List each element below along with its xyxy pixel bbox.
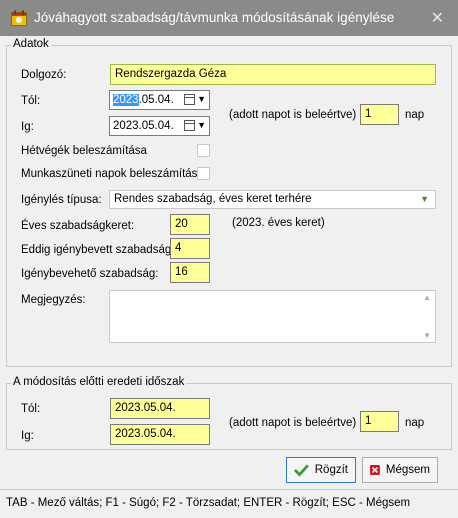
tol-label: Tól: xyxy=(21,95,41,107)
igenybeveheto-label: Igénybevehető szabadság: xyxy=(21,268,159,280)
eredeti-nap-label: nap xyxy=(405,417,425,429)
munkaszuneti-label: Munkaszüneti napok beleszámítása xyxy=(21,168,204,180)
status-bar: TAB - Mező váltás; F1 - Súgó; F2 - Törzs… xyxy=(0,489,458,518)
eredeti-tol-label: Tól: xyxy=(21,403,41,415)
nap-label: nap xyxy=(405,109,425,121)
igenyles-tipusa-value: Rendes szabadság, éves keret terhére xyxy=(114,193,312,205)
save-button-label: Rögzít xyxy=(314,464,348,476)
igenybeveheto-field[interactable]: 16 xyxy=(170,262,210,283)
tol-date-picker[interactable]: 2023.05.04. ▼ xyxy=(109,90,210,110)
dolgozo-label: Dolgozó: xyxy=(21,69,67,81)
eredeti-nap-field[interactable]: 1 xyxy=(360,411,399,432)
eddig-field[interactable]: 4 xyxy=(170,238,210,259)
close-icon[interactable]: ✕ xyxy=(431,8,444,28)
calendar-icon[interactable] xyxy=(184,94,195,105)
cancel-button-label: Mégsem xyxy=(385,464,430,476)
check-icon xyxy=(294,464,309,477)
chevron-down-icon[interactable]: ▼ xyxy=(420,191,429,208)
tol-year-selected: 2023 xyxy=(113,94,139,106)
eredeti-ig-label: Ig: xyxy=(21,430,34,442)
window-title: Jóváhagyott szabadság/távmunka módosítás… xyxy=(34,10,395,25)
eredeti-tol-field[interactable]: 2023.05.04. xyxy=(110,398,210,419)
x-icon xyxy=(370,465,380,475)
eddig-label: Eddig igénybevett szabadság: xyxy=(21,244,175,256)
eredeti-group-title: A módosítás előtti eredeti időszak xyxy=(11,376,187,388)
megjegyzes-textarea[interactable]: ▲ ▼ xyxy=(109,290,436,343)
calendar-icon[interactable] xyxy=(184,120,195,131)
hetvegek-label: Hétvégék beleszámítása xyxy=(21,145,147,157)
scroll-down-icon[interactable]: ▼ xyxy=(423,331,431,340)
hetvegek-checkbox[interactable] xyxy=(197,144,210,157)
adott-napot-label: (adott napot is beleértve) xyxy=(229,109,357,121)
title-bar: Jóváhagyott szabadság/távmunka módosítás… xyxy=(0,0,458,36)
igenyles-tipusa-label: Igénylés típusa: xyxy=(21,194,102,206)
chevron-down-icon[interactable]: ▼ xyxy=(197,117,206,133)
ig-date-value: 2023.05.04. xyxy=(113,120,174,132)
tol-date-rest: .05.04. xyxy=(138,94,174,106)
cancel-button[interactable]: Mégsem xyxy=(362,457,438,483)
igenyles-tipusa-select[interactable]: Rendes szabadság, éves keret terhére ▼ xyxy=(109,190,436,209)
app-icon xyxy=(11,10,27,26)
nap-field[interactable]: 1 xyxy=(360,104,399,125)
munkaszuneti-checkbox[interactable] xyxy=(197,167,210,180)
dolgozo-field[interactable]: Rendszergazda Géza xyxy=(110,64,436,85)
chevron-down-icon[interactable]: ▼ xyxy=(197,91,206,107)
scroll-up-icon[interactable]: ▲ xyxy=(423,293,431,302)
adatok-group-title: Adatok xyxy=(11,38,51,50)
eredeti-ig-field[interactable]: 2023.05.04. xyxy=(110,424,210,445)
eves-keret-field[interactable]: 20 xyxy=(170,214,210,235)
megjegyzes-label: Megjegyzés: xyxy=(21,294,86,306)
eves-keret-label: Éves szabadságkeret: xyxy=(21,220,135,232)
eredeti-adott-napot-label: (adott napot is beleértve) xyxy=(229,417,357,429)
eves-keret-note: (2023. éves keret) xyxy=(232,217,325,229)
ig-date-picker[interactable]: 2023.05.04. ▼ xyxy=(109,116,210,136)
ig-label: Ig: xyxy=(21,121,34,133)
save-button[interactable]: Rögzít xyxy=(286,457,356,483)
